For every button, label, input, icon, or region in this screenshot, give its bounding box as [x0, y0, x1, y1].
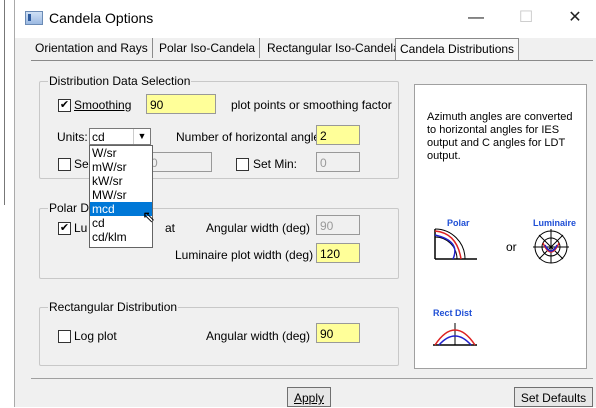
- title-bar: Candela Options — ☐ ✕: [15, 0, 596, 38]
- chevron-down-icon[interactable]: ▼: [133, 129, 150, 144]
- rect-angular-width-label: Angular width (deg): [206, 329, 311, 343]
- or-label: or: [506, 240, 517, 254]
- set-max-input[interactable]: 0: [147, 152, 212, 172]
- log-plot-checkbox[interactable]: [58, 330, 71, 343]
- set-max-label: Se: [74, 157, 89, 171]
- app-icon: [25, 11, 43, 25]
- polar-group-label: Polar Di: [48, 201, 93, 215]
- unit-option[interactable]: cd/klm: [90, 230, 152, 244]
- set-defaults-label: Set Defaults: [520, 391, 587, 405]
- smoothing-checkbox[interactable]: ✔: [58, 99, 71, 112]
- smoothing-input[interactable]: 90: [146, 94, 216, 114]
- set-min-input[interactable]: 0: [316, 152, 360, 172]
- polar-angular-width-label: Angular width (deg): [206, 221, 311, 235]
- unit-option[interactable]: MW/sr: [90, 188, 152, 202]
- unit-option[interactable]: mW/sr: [90, 160, 152, 174]
- unit-option[interactable]: kW/sr: [90, 174, 152, 188]
- luminaire-label-end: at: [165, 221, 176, 235]
- luminaire-plot-width-input[interactable]: 120: [316, 243, 360, 263]
- luminaire-plot-icon[interactable]: Luminaire: [527, 215, 583, 265]
- close-button[interactable]: ✕: [560, 5, 590, 31]
- set-min-checkbox[interactable]: [236, 158, 249, 171]
- unit-option[interactable]: W/sr: [90, 146, 152, 160]
- background-window-edge: [0, 0, 14, 407]
- rect-angular-width-input[interactable]: 90: [316, 323, 360, 343]
- polar-angular-width-input[interactable]: 90: [316, 215, 360, 235]
- set-defaults-button[interactable]: Set Defaults: [514, 387, 593, 407]
- mouse-cursor-icon: ⇖: [142, 209, 156, 226]
- distribution-group-label: Distribution Data Selection: [48, 74, 192, 88]
- smoothing-label: Smoothing: [74, 98, 132, 112]
- rect-group-label: Rectangular Distribution: [48, 300, 179, 314]
- info-panel: Azimuth angles are converted to horizont…: [414, 84, 587, 369]
- smoothing-suffix: plot points or smoothing factor: [231, 98, 392, 112]
- tab-candela-distributions[interactable]: Candela Distributions: [395, 38, 520, 60]
- window-title: Candela Options: [49, 10, 154, 26]
- units-label: Units:: [57, 130, 88, 144]
- apply-label: Apply: [293, 391, 325, 405]
- units-select[interactable]: cd ▼: [89, 128, 151, 145]
- tab-orientation-rays[interactable]: Orientation and Rays: [31, 38, 153, 58]
- minimize-button[interactable]: —: [461, 5, 491, 31]
- luminaire-label-start: Lu: [74, 221, 88, 235]
- log-plot-label: Log plot: [74, 329, 117, 343]
- tab-rectangular-iso-candela[interactable]: Rectangular Iso-Candela: [263, 38, 405, 58]
- set-max-checkbox[interactable]: [58, 158, 71, 171]
- set-min-label: Set Min:: [253, 157, 298, 171]
- maximize-button[interactable]: ☐: [511, 5, 541, 31]
- units-dropdown-list: W/sr mW/sr kW/sr MW/sr mcd cd cd/klm: [89, 145, 153, 248]
- horizontal-angles-label: Number of horizontal angles:: [176, 130, 330, 144]
- tab-polar-iso-candela[interactable]: Polar Iso-Candela: [155, 38, 261, 58]
- rect-dist-plot-icon[interactable]: Rect Dist: [431, 305, 481, 350]
- polar-plot-icon[interactable]: Polar: [431, 215, 481, 263]
- azimuth-note: Azimuth angles are converted to horizont…: [427, 111, 573, 162]
- luminaire-checkbox[interactable]: ✔: [58, 222, 71, 235]
- apply-button[interactable]: Apply: [287, 387, 331, 407]
- luminaire-plot-width-label: Luminaire plot width (deg): [175, 248, 314, 262]
- units-selected-value: cd: [92, 130, 105, 144]
- horizontal-angles-input[interactable]: 2: [316, 125, 360, 145]
